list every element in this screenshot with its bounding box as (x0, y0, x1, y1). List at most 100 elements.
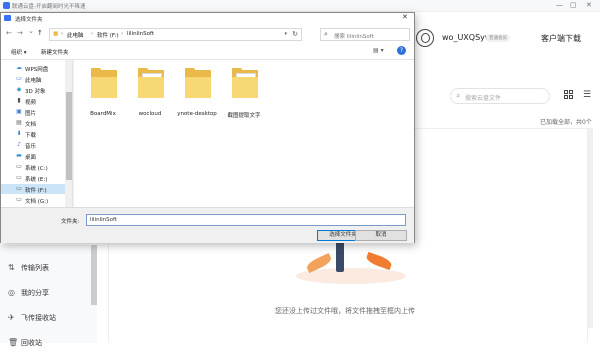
username[interactable]: wo_UXQSyw (442, 33, 491, 42)
drive-icon: ▭ (16, 185, 22, 192)
inbox-icon: ✈ (8, 313, 15, 322)
dialog-titlebar: 选择文件夹 ✕ (1, 13, 414, 24)
up-arrow-icon[interactable]: ↑ (37, 29, 43, 37)
cloud-icon: ☁ (16, 64, 22, 71)
sidebar-item-transfer[interactable]: ⇅ 传输列表 (0, 257, 97, 279)
video-icon: ▮ (17, 97, 21, 104)
nav-pane-item[interactable]: ▮ 视频 (1, 96, 65, 106)
drive-icon: ▭ (16, 163, 22, 170)
illustration-person (336, 240, 344, 272)
nav-pane-item[interactable]: ⬇ 下载 (1, 129, 65, 139)
drive-icon: ▭ (16, 174, 22, 181)
search-placeholder: 搜索云盘文件 (465, 95, 502, 102)
nav-pane-item[interactable]: ♪ 音乐 (1, 140, 65, 150)
back-arrow-icon[interactable]: ← (6, 29, 12, 37)
desktop-icon: ▬ (16, 152, 22, 159)
avatar[interactable] (416, 29, 434, 47)
grid-view-icon[interactable] (564, 90, 574, 100)
nav-pane-item[interactable]: ▭ 系统 (C:) (1, 162, 65, 172)
nav-pane-scroll-thumb[interactable] (66, 92, 72, 180)
chevron-right-icon: › (61, 31, 64, 37)
app-titlebar: 联通云盘-开启翻阅时光不降速 — ▢ ✕ (0, 0, 600, 12)
computer-icon: ▭ (16, 75, 22, 82)
cube-icon: ◆ (16, 86, 22, 93)
search-icon: ⌕ (456, 91, 461, 100)
nav-pane-item-label: 桌面 (25, 154, 37, 161)
nav-pane-item-label: 文档 (G:) (25, 198, 49, 205)
chevron-down-icon[interactable]: ▾ (284, 31, 287, 37)
sidebar-scrollbar[interactable] (91, 245, 97, 305)
folder-icon (185, 68, 211, 98)
folder-icon (138, 68, 164, 98)
navigation-bar: ← → ⌄ ↑ ■ › 此电脑 › 软件 (F:) › lilinlinSoft… (1, 24, 414, 44)
nav-pane-item-label: 视频 (25, 99, 37, 106)
nav-pane-item[interactable]: ▭ 系统 (E:) (1, 173, 65, 183)
dialog-title: 选择文件夹 (15, 17, 43, 23)
nav-pane-item-label: 文档 (25, 121, 37, 128)
folder-item[interactable]: wocloud (124, 66, 176, 126)
sidebar-item-inbox[interactable]: ✈ 飞传接收站 (0, 307, 97, 329)
dialog-footer: 文件夹: lilinlinSoft 选择文件夹 取消 (1, 207, 414, 243)
cloud-search-input[interactable]: ⌕ 搜索云盘文件 (450, 88, 550, 104)
help-icon[interactable]: ? (397, 46, 406, 55)
nav-pane-item-label: 此电脑 (25, 77, 42, 84)
folder-icon (232, 68, 258, 98)
folder-item[interactable]: 截图提取文字 (218, 66, 270, 126)
nav-pane-item-label: 音乐 (25, 143, 37, 150)
folder-name: ynote-desktop (177, 111, 217, 117)
address-bar[interactable]: ■ › 此电脑 › 软件 (F:) › lilinlinSoft ▾ ↻ (49, 28, 302, 41)
nav-pane-item[interactable]: ☁ WPS网盘 (1, 63, 65, 73)
maximize-icon[interactable]: ▢ (570, 1, 577, 9)
new-folder-button[interactable]: 新建文件夹 (41, 48, 69, 56)
folder-search-input[interactable]: ⌕ 搜索 lilinlinSoft (320, 28, 410, 41)
organize-button[interactable]: 组织 ▾ (11, 48, 27, 56)
folder-name: 截图提取文字 (227, 113, 261, 119)
client-download-link[interactable]: 客户端下载 (541, 33, 581, 44)
loaded-count: 已加载全部，共0个 (540, 119, 592, 126)
music-icon: ♪ (17, 141, 21, 148)
folder-field-label: 文件夹: (61, 219, 80, 225)
close-icon[interactable]: ✕ (586, 1, 592, 9)
nav-pane-item-label: WPS网盘 (25, 66, 49, 73)
nav-pane-item-label: 系统 (C:) (25, 165, 48, 172)
cancel-button[interactable]: 取消 (355, 230, 407, 241)
nav-pane-item[interactable]: ▭ 文档 (G:) (1, 195, 65, 205)
minimize-icon[interactable]: — (556, 1, 563, 9)
nav-pane-item[interactable]: ◆ 3D 对象 (1, 85, 65, 95)
nav-pane-item[interactable]: ▤ 文档 (1, 118, 65, 128)
nav-pane-item[interactable]: ▭ 软件 (F:) (1, 184, 65, 194)
sidebar-item-label: 飞传接收站 (21, 314, 56, 322)
nav-pane-item[interactable]: ▬ 桌面 (1, 151, 65, 161)
navigation-pane: ☁ WPS网盘 ▭ 此电脑 ◆ 3D 对象 ▮ 视频 ▣ 图片 ▤ 文档 ⬇ 下载 ♪ 音乐 ▬ 桌面 ▭ 系统 (C… (1, 60, 73, 207)
nav-pane-item[interactable]: ▭ 此电脑 (1, 74, 65, 84)
sidebar-item-share[interactable]: ◎ 我的分享 (0, 282, 97, 304)
folder-item[interactable]: BoardMix (77, 66, 129, 126)
nav-pane-item[interactable]: ▣ 图片 (1, 107, 65, 117)
view-options-icon[interactable]: ▤ ▾ (373, 47, 384, 54)
refresh-icon[interactable]: ↻ (292, 30, 298, 38)
dialog-app-icon (4, 15, 11, 21)
list-view-icon[interactable]: ☰ (583, 90, 591, 100)
forward-arrow-icon[interactable]: → (17, 29, 23, 37)
sidebar-item-label: 传输列表 (21, 264, 49, 272)
sidebar-item-label: 回收站 (21, 339, 42, 347)
select-folder-dialog: 选择文件夹 ✕ ← → ⌄ ↑ ■ › 此电脑 › 软件 (F:) › lili… (0, 12, 415, 243)
folder-name-input[interactable]: lilinlinSoft (86, 214, 406, 226)
breadcrumb-item[interactable]: 软件 (F:) (97, 31, 119, 39)
folder-icon: ■ (53, 31, 59, 37)
nav-pane-item-label: 3D 对象 (25, 88, 46, 95)
nav-pane-item-label: 图片 (25, 110, 37, 117)
close-icon[interactable]: ✕ (402, 13, 408, 21)
main-scrollbar[interactable] (588, 128, 593, 328)
breadcrumb-item[interactable]: 此电脑 (67, 31, 84, 39)
nav-pane-item-label: 软件 (F:) (25, 187, 47, 194)
search-icon: ⌕ (324, 30, 328, 38)
sidebar-item-trash[interactable]: 🗑 回收站 (0, 332, 97, 354)
chevron-down-icon[interactable]: ⌄ (28, 27, 34, 35)
folder-item[interactable]: ynote-desktop (171, 66, 223, 126)
nav-pane-item-label: 系统 (E:) (25, 176, 48, 183)
member-badge: 普通会员 (486, 34, 510, 42)
breadcrumb-item[interactable]: lilinlinSoft (127, 31, 154, 37)
app-logo-icon (3, 2, 10, 9)
chevron-right-icon: › (91, 31, 94, 37)
